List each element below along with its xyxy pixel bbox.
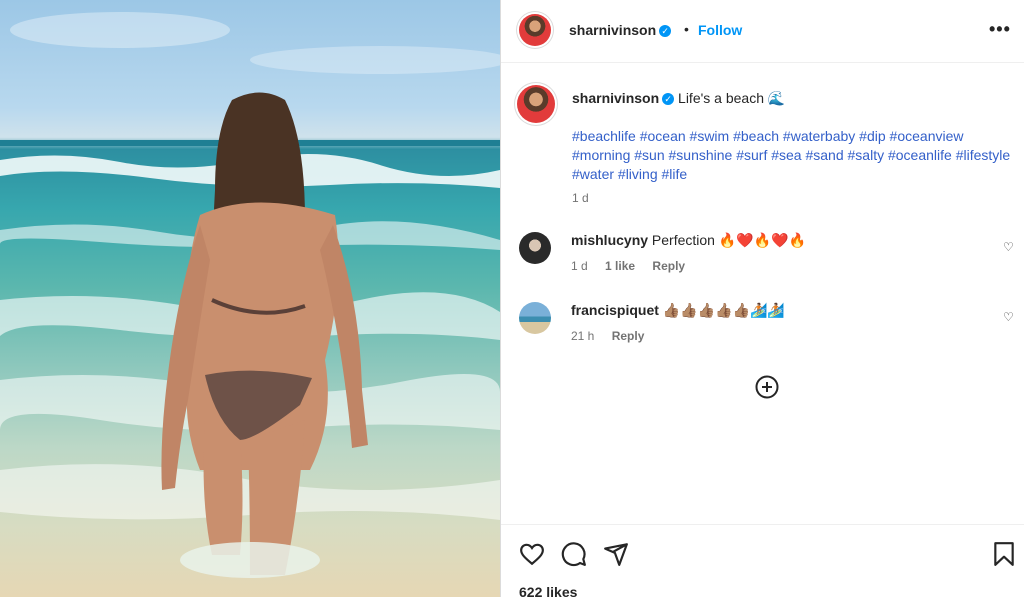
beach-scene: [0, 12, 500, 578]
like-comment-icon[interactable]: ♡: [1003, 310, 1014, 324]
bookmark-icon[interactable]: [991, 541, 1017, 567]
verified-icon: ✓: [659, 25, 672, 38]
author-username[interactable]: sharnivinson ✓: [569, 22, 672, 38]
comment-line: mishlucyny Perfection 🔥❤️🔥❤️🔥: [571, 232, 806, 249]
caption-avatar[interactable]: [517, 85, 555, 123]
comment-meta: 21 h Reply: [571, 329, 658, 343]
reply-button[interactable]: Reply: [612, 329, 645, 343]
caption-text: Life's a beach 🌊: [678, 90, 786, 106]
more-options-icon[interactable]: •••: [989, 19, 1011, 40]
comment-item: mishlucyny Perfection 🔥❤️🔥❤️🔥 1 d 1 like…: [519, 232, 1019, 282]
author-avatar[interactable]: [519, 14, 551, 46]
verified-icon: ✓: [662, 93, 675, 106]
comment-likes[interactable]: 1 like: [605, 259, 635, 273]
comment-icon[interactable]: [561, 541, 587, 567]
like-heart-icon[interactable]: [519, 541, 545, 567]
caption-timestamp[interactable]: 1 d: [572, 191, 589, 205]
commenter-avatar[interactable]: [519, 232, 551, 264]
comment-meta: 1 d 1 like Reply: [571, 259, 699, 273]
comment-timestamp[interactable]: 1 d: [571, 259, 588, 273]
comment-timestamp[interactable]: 21 h: [571, 329, 594, 343]
post-actions: 622 likes: [501, 524, 1024, 597]
share-send-icon[interactable]: [603, 541, 629, 567]
reply-button[interactable]: Reply: [652, 259, 685, 273]
follow-button[interactable]: Follow: [698, 22, 742, 38]
comment-item: francispiquet 👍🏽👍🏽👍🏽👍🏽👍🏽🏄🏽🏄🏽 21 h Reply …: [519, 302, 1019, 352]
commenter-avatar[interactable]: [519, 302, 551, 334]
post-panel: sharnivinson ✓ • Follow ••• sharnivinson ✓…: [500, 0, 1024, 597]
load-more-comments-icon[interactable]: [755, 375, 779, 399]
caption-line: sharnivinson ✓ Life's a beach 🌊: [572, 90, 785, 107]
caption-username[interactable]: sharnivinson ✓: [572, 90, 675, 106]
likes-count[interactable]: 622 likes: [519, 584, 577, 597]
caption-hashtags[interactable]: #beachlife #ocean #swim #beach #waterbab…: [572, 127, 1022, 184]
comment-text: Perfection 🔥❤️🔥❤️🔥: [651, 232, 807, 248]
post-image[interactable]: [0, 0, 500, 597]
comment-line: francispiquet 👍🏽👍🏽👍🏽👍🏽👍🏽🏄🏽🏄🏽: [571, 302, 785, 319]
comment-text: 👍🏽👍🏽👍🏽👍🏽👍🏽🏄🏽🏄🏽: [662, 302, 785, 318]
commenter-username[interactable]: francispiquet: [571, 302, 659, 318]
like-comment-icon[interactable]: ♡: [1003, 240, 1014, 254]
separator-dot: •: [684, 21, 689, 37]
post-header: sharnivinson ✓ • Follow •••: [501, 0, 1024, 63]
commenter-username[interactable]: mishlucyny: [571, 232, 648, 248]
